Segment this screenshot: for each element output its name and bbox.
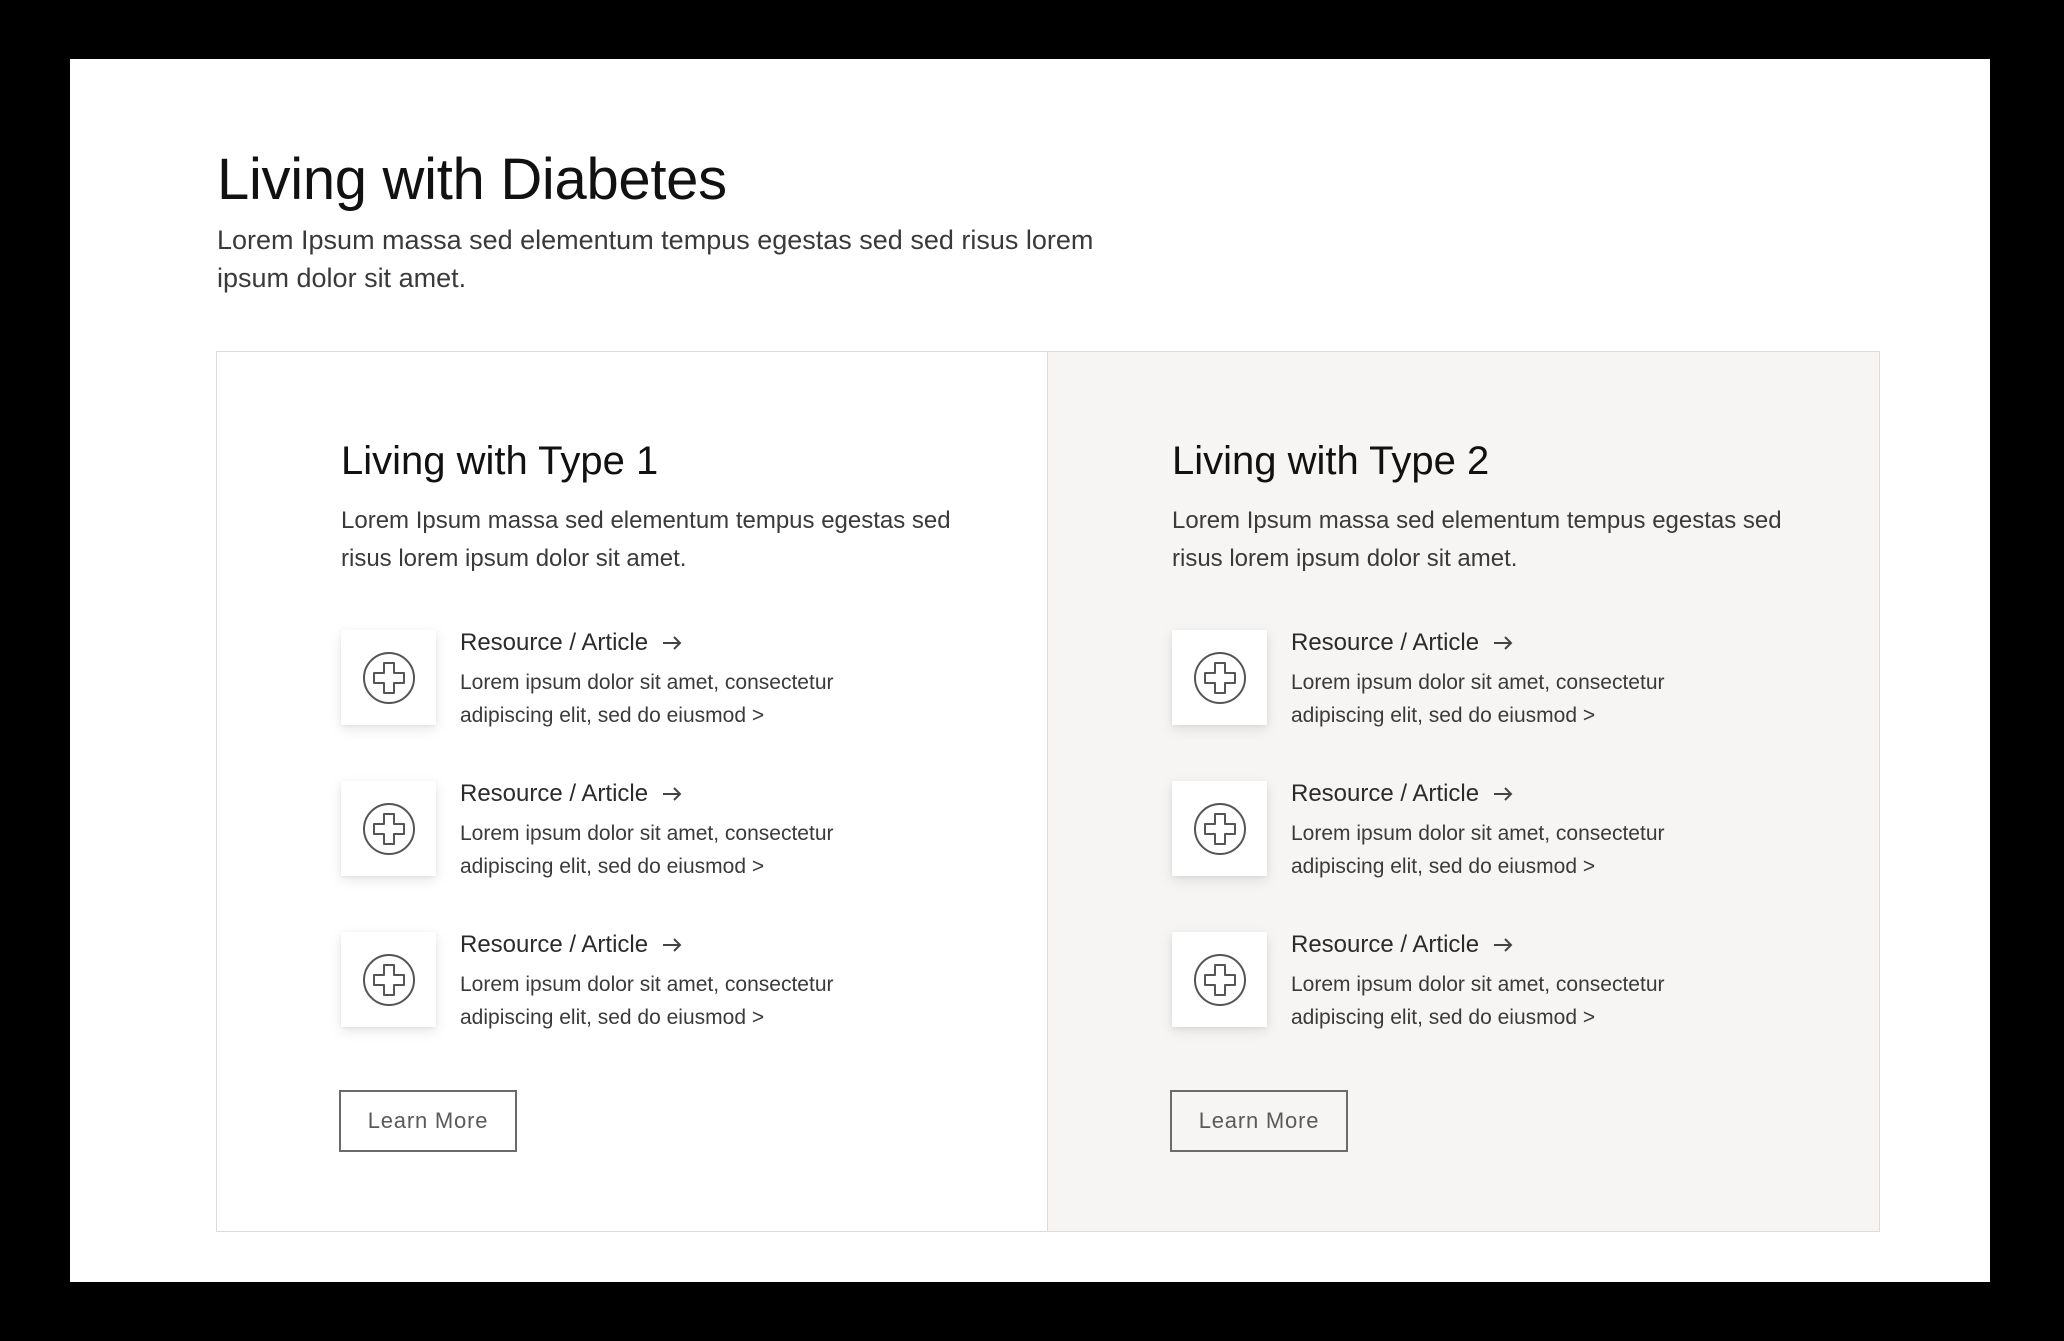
medical-cross-icon [1193,802,1246,855]
card-type-2: Living with Type 2 Lorem Ipsum massa sed… [1048,352,1879,1231]
resource-item: Resource / Article Lorem ipsum dolor sit… [341,931,981,1083]
page-intro: Lorem Ipsum massa sed elementum tempus e… [217,225,1094,293]
resource-link[interactable]: Resource / Article [460,626,900,660]
learn-more-button[interactable]: Learn More [339,1090,517,1152]
resource-title: Resource / Article [460,931,649,958]
card-description: Lorem Ipsum massa sed elementum tempus e… [1172,507,1782,572]
resource-text: Resource / Article Lorem ipsum dolor sit… [460,626,900,732]
card-description: Lorem Ipsum massa sed elementum tempus e… [341,507,951,572]
arrow-right-icon [1493,635,1513,651]
resource-description[interactable]: Lorem ipsum dolor sit amet, consectetur … [1291,817,1731,883]
resource-description[interactable]: Lorem ipsum dolor sit amet, consectetur … [460,666,900,732]
resource-link[interactable]: Resource / Article [1291,626,1731,660]
resource-link[interactable]: Resource / Article [1291,928,1731,962]
device-frame: Living with Diabetes Lorem Ipsum massa s… [0,0,2064,1341]
card-content: Living with Type 2 Lorem Ipsum massa sed… [1172,436,1812,1083]
resource-link[interactable]: Resource / Article [1291,777,1731,811]
resource-item: Resource / Article Lorem ipsum dolor sit… [1172,780,1812,932]
resource-description[interactable]: Lorem ipsum dolor sit amet, consectetur … [1291,968,1731,1034]
resource-icon-tile[interactable] [341,630,436,725]
resource-list: Resource / Article Lorem ipsum dolor sit… [341,629,981,1083]
resource-icon-tile[interactable] [341,932,436,1027]
page-title: Living with Diabetes [217,147,727,212]
resource-icon-tile[interactable] [1172,932,1267,1027]
medical-cross-icon [1193,651,1246,704]
learn-more-button[interactable]: Learn More [1170,1090,1348,1152]
resource-text: Resource / Article Lorem ipsum dolor sit… [1291,928,1731,1034]
resource-icon-tile[interactable] [1172,781,1267,876]
medical-cross-icon [362,651,415,704]
medical-cross-icon [1193,953,1246,1006]
resource-title: Resource / Article [1291,780,1480,807]
resource-title: Resource / Article [1291,629,1480,656]
resource-text: Resource / Article Lorem ipsum dolor sit… [460,928,900,1034]
medical-cross-icon [362,953,415,1006]
resource-text: Resource / Article Lorem ipsum dolor sit… [1291,777,1731,883]
medical-cross-icon [362,802,415,855]
card-type-1: Living with Type 1 Lorem Ipsum massa sed… [217,352,1048,1231]
resource-text: Resource / Article Lorem ipsum dolor sit… [460,777,900,883]
arrow-right-icon [1493,937,1513,953]
card-title: Living with Type 2 [1172,439,1490,483]
resource-link[interactable]: Resource / Article [460,777,900,811]
resource-item: Resource / Article Lorem ipsum dolor sit… [341,629,981,781]
arrow-right-icon [662,937,682,953]
resource-icon-tile[interactable] [1172,630,1267,725]
resource-title: Resource / Article [1291,931,1480,958]
cards-container: Living with Type 1 Lorem Ipsum massa sed… [216,351,1880,1232]
resource-title: Resource / Article [460,629,649,656]
arrow-right-icon [1493,786,1513,802]
resource-title: Resource / Article [460,780,649,807]
card-content: Living with Type 1 Lorem Ipsum massa sed… [341,436,981,1083]
arrow-right-icon [662,786,682,802]
resource-description[interactable]: Lorem ipsum dolor sit amet, consectetur … [1291,666,1731,732]
resource-icon-tile[interactable] [341,781,436,876]
resource-list: Resource / Article Lorem ipsum dolor sit… [1172,629,1812,1083]
resource-text: Resource / Article Lorem ipsum dolor sit… [1291,626,1731,732]
resource-item: Resource / Article Lorem ipsum dolor sit… [341,780,981,932]
resource-item: Resource / Article Lorem ipsum dolor sit… [1172,931,1812,1083]
resource-item: Resource / Article Lorem ipsum dolor sit… [1172,629,1812,781]
card-title: Living with Type 1 [341,439,659,483]
resource-description[interactable]: Lorem ipsum dolor sit amet, consectetur … [460,968,900,1034]
resource-description[interactable]: Lorem ipsum dolor sit amet, consectetur … [460,817,900,883]
arrow-right-icon [662,635,682,651]
page-content: Living with Diabetes Lorem Ipsum massa s… [70,59,1990,1282]
resource-link[interactable]: Resource / Article [460,928,900,962]
